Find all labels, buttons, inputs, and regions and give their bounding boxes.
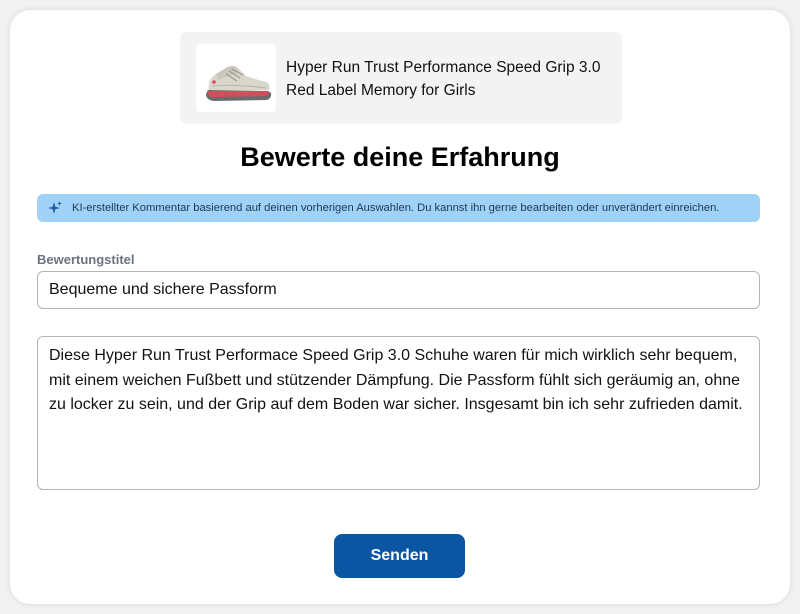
review-card: Hyper Run Trust Performance Speed Grip 3… (10, 10, 790, 604)
sparkle-icon (48, 201, 62, 214)
ai-info-banner: KI-erstellter Kommentar basierend auf de… (37, 194, 760, 222)
sneaker-icon (206, 66, 272, 101)
page-title: Bewerte deine Erfahrung (240, 142, 560, 172)
product-summary: Hyper Run Trust Performance Speed Grip 3… (180, 32, 622, 124)
review-title-label: Bewertungstitel (37, 252, 135, 267)
review-comment-textarea[interactable]: Diese Hyper Run Trust Performace Speed G… (37, 336, 760, 490)
submit-button[interactable]: Senden (334, 534, 465, 578)
ai-banner-text: KI-erstellter Kommentar basierend auf de… (72, 202, 720, 214)
product-name: Hyper Run Trust Performance Speed Grip 3… (286, 59, 601, 99)
product-image (196, 44, 276, 112)
review-title-input[interactable] (37, 271, 760, 309)
